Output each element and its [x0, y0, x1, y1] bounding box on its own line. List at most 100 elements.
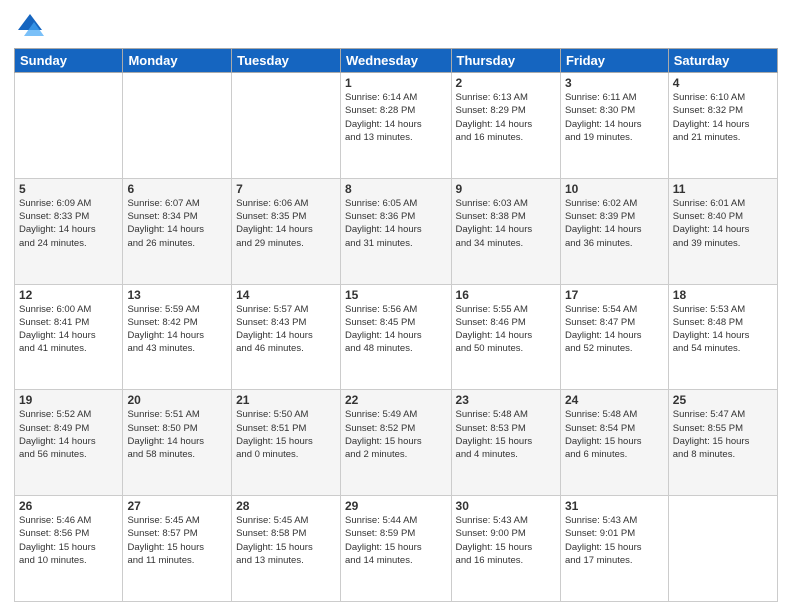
logo — [14, 10, 48, 42]
day-number: 2 — [456, 76, 556, 90]
day-info: Sunrise: 5:44 AM Sunset: 8:59 PM Dayligh… — [345, 514, 447, 567]
day-cell-27: 27Sunrise: 5:45 AM Sunset: 8:57 PM Dayli… — [123, 496, 232, 602]
day-number: 27 — [127, 499, 227, 513]
week-row-5: 26Sunrise: 5:46 AM Sunset: 8:56 PM Dayli… — [15, 496, 778, 602]
header — [14, 10, 778, 42]
day-cell-30: 30Sunrise: 5:43 AM Sunset: 9:00 PM Dayli… — [451, 496, 560, 602]
day-info: Sunrise: 5:55 AM Sunset: 8:46 PM Dayligh… — [456, 303, 556, 356]
day-number: 8 — [345, 182, 447, 196]
day-cell-17: 17Sunrise: 5:54 AM Sunset: 8:47 PM Dayli… — [560, 284, 668, 390]
day-info: Sunrise: 5:56 AM Sunset: 8:45 PM Dayligh… — [345, 303, 447, 356]
week-row-3: 12Sunrise: 6:00 AM Sunset: 8:41 PM Dayli… — [15, 284, 778, 390]
day-number: 13 — [127, 288, 227, 302]
logo-icon — [14, 10, 46, 42]
day-number: 5 — [19, 182, 118, 196]
day-cell-10: 10Sunrise: 6:02 AM Sunset: 8:39 PM Dayli… — [560, 178, 668, 284]
day-cell-3: 3Sunrise: 6:11 AM Sunset: 8:30 PM Daylig… — [560, 73, 668, 179]
day-cell-4: 4Sunrise: 6:10 AM Sunset: 8:32 PM Daylig… — [668, 73, 777, 179]
empty-cell — [232, 73, 341, 179]
day-header-monday: Monday — [123, 49, 232, 73]
day-number: 23 — [456, 393, 556, 407]
day-number: 30 — [456, 499, 556, 513]
day-number: 21 — [236, 393, 336, 407]
day-number: 16 — [456, 288, 556, 302]
empty-cell — [123, 73, 232, 179]
day-cell-23: 23Sunrise: 5:48 AM Sunset: 8:53 PM Dayli… — [451, 390, 560, 496]
day-number: 9 — [456, 182, 556, 196]
day-cell-22: 22Sunrise: 5:49 AM Sunset: 8:52 PM Dayli… — [341, 390, 452, 496]
day-info: Sunrise: 6:06 AM Sunset: 8:35 PM Dayligh… — [236, 197, 336, 250]
day-cell-5: 5Sunrise: 6:09 AM Sunset: 8:33 PM Daylig… — [15, 178, 123, 284]
day-info: Sunrise: 5:48 AM Sunset: 8:54 PM Dayligh… — [565, 408, 664, 461]
day-number: 31 — [565, 499, 664, 513]
day-cell-15: 15Sunrise: 5:56 AM Sunset: 8:45 PM Dayli… — [341, 284, 452, 390]
day-cell-9: 9Sunrise: 6:03 AM Sunset: 8:38 PM Daylig… — [451, 178, 560, 284]
day-number: 15 — [345, 288, 447, 302]
calendar-header-row: SundayMondayTuesdayWednesdayThursdayFrid… — [15, 49, 778, 73]
day-number: 19 — [19, 393, 118, 407]
day-number: 28 — [236, 499, 336, 513]
day-cell-20: 20Sunrise: 5:51 AM Sunset: 8:50 PM Dayli… — [123, 390, 232, 496]
day-number: 4 — [673, 76, 773, 90]
day-number: 14 — [236, 288, 336, 302]
day-cell-13: 13Sunrise: 5:59 AM Sunset: 8:42 PM Dayli… — [123, 284, 232, 390]
empty-cell — [668, 496, 777, 602]
day-cell-2: 2Sunrise: 6:13 AM Sunset: 8:29 PM Daylig… — [451, 73, 560, 179]
day-cell-19: 19Sunrise: 5:52 AM Sunset: 8:49 PM Dayli… — [15, 390, 123, 496]
day-header-tuesday: Tuesday — [232, 49, 341, 73]
day-cell-6: 6Sunrise: 6:07 AM Sunset: 8:34 PM Daylig… — [123, 178, 232, 284]
day-number: 10 — [565, 182, 664, 196]
day-number: 6 — [127, 182, 227, 196]
day-info: Sunrise: 5:57 AM Sunset: 8:43 PM Dayligh… — [236, 303, 336, 356]
day-info: Sunrise: 6:14 AM Sunset: 8:28 PM Dayligh… — [345, 91, 447, 144]
day-header-wednesday: Wednesday — [341, 49, 452, 73]
day-info: Sunrise: 6:07 AM Sunset: 8:34 PM Dayligh… — [127, 197, 227, 250]
day-number: 1 — [345, 76, 447, 90]
day-info: Sunrise: 5:49 AM Sunset: 8:52 PM Dayligh… — [345, 408, 447, 461]
day-cell-7: 7Sunrise: 6:06 AM Sunset: 8:35 PM Daylig… — [232, 178, 341, 284]
day-cell-11: 11Sunrise: 6:01 AM Sunset: 8:40 PM Dayli… — [668, 178, 777, 284]
day-number: 3 — [565, 76, 664, 90]
day-number: 22 — [345, 393, 447, 407]
day-info: Sunrise: 5:46 AM Sunset: 8:56 PM Dayligh… — [19, 514, 118, 567]
calendar: SundayMondayTuesdayWednesdayThursdayFrid… — [14, 48, 778, 602]
page: SundayMondayTuesdayWednesdayThursdayFrid… — [0, 0, 792, 612]
day-info: Sunrise: 5:45 AM Sunset: 8:57 PM Dayligh… — [127, 514, 227, 567]
day-number: 25 — [673, 393, 773, 407]
day-info: Sunrise: 5:43 AM Sunset: 9:01 PM Dayligh… — [565, 514, 664, 567]
day-number: 18 — [673, 288, 773, 302]
day-cell-29: 29Sunrise: 5:44 AM Sunset: 8:59 PM Dayli… — [341, 496, 452, 602]
day-info: Sunrise: 5:48 AM Sunset: 8:53 PM Dayligh… — [456, 408, 556, 461]
day-cell-21: 21Sunrise: 5:50 AM Sunset: 8:51 PM Dayli… — [232, 390, 341, 496]
day-cell-25: 25Sunrise: 5:47 AM Sunset: 8:55 PM Dayli… — [668, 390, 777, 496]
day-info: Sunrise: 5:53 AM Sunset: 8:48 PM Dayligh… — [673, 303, 773, 356]
day-number: 7 — [236, 182, 336, 196]
day-info: Sunrise: 5:59 AM Sunset: 8:42 PM Dayligh… — [127, 303, 227, 356]
week-row-4: 19Sunrise: 5:52 AM Sunset: 8:49 PM Dayli… — [15, 390, 778, 496]
day-info: Sunrise: 6:02 AM Sunset: 8:39 PM Dayligh… — [565, 197, 664, 250]
day-cell-24: 24Sunrise: 5:48 AM Sunset: 8:54 PM Dayli… — [560, 390, 668, 496]
day-cell-16: 16Sunrise: 5:55 AM Sunset: 8:46 PM Dayli… — [451, 284, 560, 390]
day-cell-1: 1Sunrise: 6:14 AM Sunset: 8:28 PM Daylig… — [341, 73, 452, 179]
week-row-2: 5Sunrise: 6:09 AM Sunset: 8:33 PM Daylig… — [15, 178, 778, 284]
day-header-friday: Friday — [560, 49, 668, 73]
day-cell-14: 14Sunrise: 5:57 AM Sunset: 8:43 PM Dayli… — [232, 284, 341, 390]
day-info: Sunrise: 6:01 AM Sunset: 8:40 PM Dayligh… — [673, 197, 773, 250]
day-info: Sunrise: 6:05 AM Sunset: 8:36 PM Dayligh… — [345, 197, 447, 250]
day-number: 24 — [565, 393, 664, 407]
day-info: Sunrise: 6:13 AM Sunset: 8:29 PM Dayligh… — [456, 91, 556, 144]
day-cell-18: 18Sunrise: 5:53 AM Sunset: 8:48 PM Dayli… — [668, 284, 777, 390]
day-info: Sunrise: 6:11 AM Sunset: 8:30 PM Dayligh… — [565, 91, 664, 144]
empty-cell — [15, 73, 123, 179]
day-cell-8: 8Sunrise: 6:05 AM Sunset: 8:36 PM Daylig… — [341, 178, 452, 284]
day-info: Sunrise: 5:51 AM Sunset: 8:50 PM Dayligh… — [127, 408, 227, 461]
day-number: 20 — [127, 393, 227, 407]
day-info: Sunrise: 5:52 AM Sunset: 8:49 PM Dayligh… — [19, 408, 118, 461]
day-number: 17 — [565, 288, 664, 302]
day-number: 26 — [19, 499, 118, 513]
day-cell-12: 12Sunrise: 6:00 AM Sunset: 8:41 PM Dayli… — [15, 284, 123, 390]
day-info: Sunrise: 6:09 AM Sunset: 8:33 PM Dayligh… — [19, 197, 118, 250]
day-header-thursday: Thursday — [451, 49, 560, 73]
day-cell-26: 26Sunrise: 5:46 AM Sunset: 8:56 PM Dayli… — [15, 496, 123, 602]
day-info: Sunrise: 5:47 AM Sunset: 8:55 PM Dayligh… — [673, 408, 773, 461]
